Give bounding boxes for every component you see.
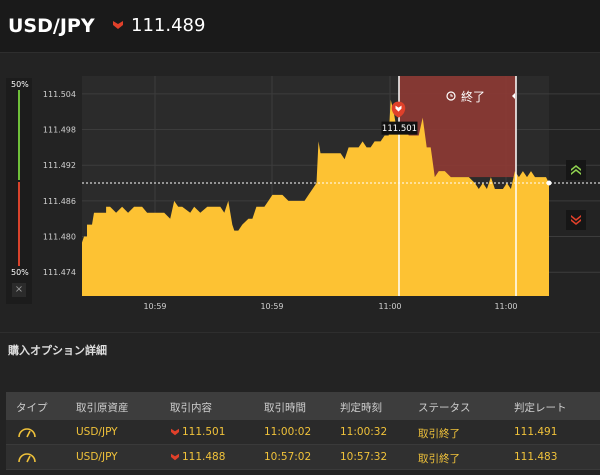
th-judge-time: 判定時刻 (340, 402, 382, 414)
x-tick-label: 10:59 (143, 302, 166, 311)
header: USD/JPY 111.489 (0, 0, 600, 53)
options-table: タイプ 取引原資産 取引内容 取引時間 判定時刻 ステータス 判定レート USD… (6, 392, 600, 470)
th-rate: 判定レート (514, 402, 567, 414)
cell-content: 111.501 (182, 426, 226, 438)
price-chart[interactable]: 111.504 111.498 111.492 111.486 111.480 111.4… (0, 62, 600, 317)
expiry-label: 終了 (461, 89, 485, 104)
cell-status: 取引終了 (418, 453, 460, 465)
down-arrow-icon (171, 453, 179, 461)
th-asset: 取引原資産 (76, 402, 129, 414)
gauge-icon (18, 428, 36, 438)
low-button[interactable] (566, 210, 586, 230)
up-chevron-icon (571, 165, 581, 175)
th-trade-time: 取引時間 (264, 402, 306, 414)
cell-trade-time: 11:00:02 (264, 426, 312, 438)
entry-rate-label: 111.501 (382, 124, 417, 134)
current-rate-dot (546, 180, 552, 186)
cell-rate: 111.491 (514, 426, 558, 438)
down-arrow-icon (171, 428, 179, 436)
x-tick-label: 11:00 (494, 302, 517, 311)
section-title: 購入オプション詳細 (8, 344, 107, 357)
cell-status: 取引終了 (418, 428, 460, 440)
purchase-details-section: 購入オプション詳細 (0, 332, 600, 365)
cell-judge-time: 10:57:32 (340, 451, 388, 463)
cell-asset: USD/JPY (76, 426, 118, 438)
cell-asset: USD/JPY (76, 451, 118, 463)
th-status: ステータス (418, 402, 471, 414)
cell-content: 111.488 (182, 451, 226, 463)
y-tick-label: 111.486 (43, 197, 76, 206)
x-tick-label: 11:00 (378, 302, 401, 311)
down-chevron-icon (571, 215, 581, 225)
y-tick-label: 111.498 (43, 126, 76, 135)
currency-pair-title: USD/JPY (8, 15, 95, 37)
table-row[interactable]: USD/JPY 111.488 10:57:02 10:57:32 取引終了 1… (6, 445, 600, 470)
th-content: 取引内容 (170, 402, 212, 414)
current-price: 111.489 (131, 15, 206, 36)
th-type: タイプ (16, 402, 48, 414)
cell-trade-time: 10:57:02 (264, 451, 312, 463)
y-tick-label: 111.492 (43, 161, 76, 170)
y-tick-label: 111.480 (43, 233, 76, 242)
y-tick-label: 111.504 (43, 90, 76, 99)
table-row[interactable]: USD/JPY 111.501 11:00:02 11:00:32 取引終了 1… (6, 420, 600, 445)
cell-rate: 111.483 (514, 451, 558, 463)
cell-judge-time: 11:00:32 (340, 426, 388, 438)
high-button[interactable] (566, 160, 586, 180)
down-arrow-icon (113, 21, 123, 29)
x-tick-label: 10:59 (260, 302, 283, 311)
y-tick-label: 111.474 (43, 268, 76, 277)
gauge-icon (18, 453, 36, 463)
table-header: タイプ 取引原資産 取引内容 取引時間 判定時刻 ステータス 判定レート (6, 392, 600, 420)
